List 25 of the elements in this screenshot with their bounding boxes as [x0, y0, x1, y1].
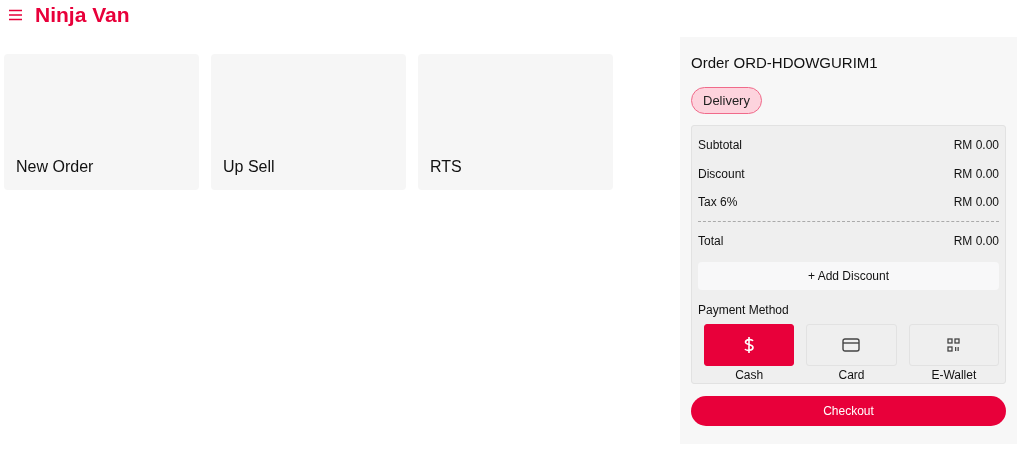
- action-tile[interactable]: RTS: [418, 54, 613, 190]
- order-title: Order ORD-HDOWGURIM1: [691, 54, 879, 71]
- payment-method-label: Payment Method: [698, 303, 790, 317]
- card-icon: [842, 338, 861, 352]
- dollar-icon: [743, 336, 756, 354]
- brand-title: Ninja Van: [35, 3, 130, 27]
- menu-icon[interactable]: [8, 9, 23, 21]
- checkout-button[interactable]: Checkout: [691, 396, 1006, 426]
- qr-code-icon: [947, 338, 961, 352]
- payment-label: Card: [838, 368, 865, 382]
- add-discount-button[interactable]: + Add Discount: [698, 262, 999, 290]
- action-tile[interactable]: Up Sell: [211, 54, 406, 190]
- summary-value: RM 0.00: [953, 166, 999, 181]
- summary-label: Discount: [698, 166, 745, 181]
- order-type-badge: Delivery: [691, 87, 762, 114]
- summary-value: RM 0.00: [953, 195, 999, 210]
- action-tile[interactable]: New Order: [4, 54, 199, 190]
- summary-label: Total: [698, 233, 724, 248]
- payment-option[interactable]: [704, 324, 795, 366]
- payment-label: E-Wallet: [931, 368, 977, 382]
- summary-value: RM 0.00: [953, 138, 999, 153]
- payment-label: Cash: [735, 368, 764, 382]
- summary-value: RM 0.00: [953, 233, 999, 248]
- summary-label: Subtotal: [698, 138, 743, 153]
- summary-label: Tax 6%: [698, 195, 738, 210]
